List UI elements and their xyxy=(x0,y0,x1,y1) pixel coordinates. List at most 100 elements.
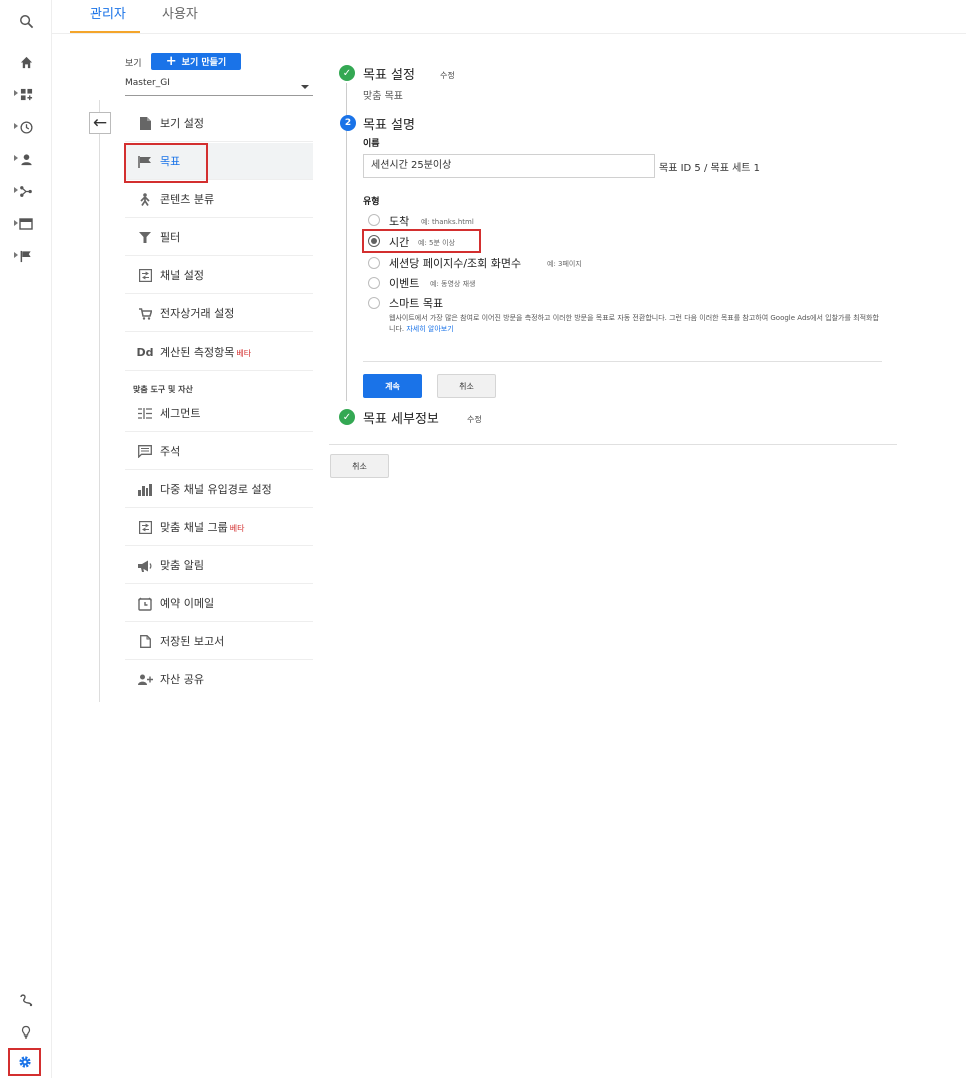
channel-group-icon xyxy=(135,509,155,546)
person-add-icon xyxy=(135,661,155,698)
type-destination-label: 도착 xyxy=(389,215,410,228)
active-tab-indicator xyxy=(70,31,140,33)
home-icon[interactable] xyxy=(8,47,44,77)
check-circle-icon: ✓ xyxy=(339,409,355,425)
arrow-left-icon: ← xyxy=(92,113,108,133)
menu-item-channel-settings[interactable]: 채널 설정 xyxy=(125,257,313,294)
goal-id-text: 목표 ID 5 / 목표 세트 1 xyxy=(659,163,761,174)
comment-icon xyxy=(135,433,155,470)
menu-item-view-settings[interactable]: 보기 설정 xyxy=(125,105,313,142)
menu-item-calculated-metrics[interactable]: Dd 계산된 측정항목 베타 xyxy=(125,334,313,371)
type-pages-per-session-label: 세션당 페이지수/조회 화면수 xyxy=(389,257,522,270)
smart-goal-description-text: 웹사이트에서 가장 많은 참여로 이어진 방문을 측정하고 이러한 방문을 목표… xyxy=(389,314,879,333)
channel-icon xyxy=(135,257,155,294)
menu-item-saved-reports[interactable]: 저장된 보고서 xyxy=(125,623,313,660)
behavior-icon[interactable] xyxy=(8,209,44,239)
type-destination-example: 예: thanks.html xyxy=(421,218,474,226)
dashboard-icon[interactable] xyxy=(8,79,44,109)
type-event-label: 이벤트 xyxy=(389,277,420,290)
document-icon xyxy=(135,105,155,142)
menu-item-scheduled-emails[interactable]: 예약 이메일 xyxy=(125,585,313,622)
type-duration-label: 시간 xyxy=(389,236,410,249)
cart-icon xyxy=(135,295,155,332)
custom-tools-section-title: 맞춤 도구 및 자산 xyxy=(133,385,193,394)
view-label: 보기 xyxy=(125,59,142,69)
type-pages-per-session-example: 예: 3페이지 xyxy=(547,260,582,268)
plus-icon: + xyxy=(165,54,177,69)
expand-caret-icon xyxy=(14,252,18,258)
discover-icon[interactable] xyxy=(8,985,44,1015)
goal-name-input[interactable]: 세션시간 25분이상 xyxy=(363,154,655,178)
create-view-button[interactable]: + 보기 만들기 xyxy=(151,53,241,70)
radio-event[interactable] xyxy=(368,277,380,289)
top-tab-bar: 관리자 사용자 xyxy=(52,0,966,34)
expand-caret-icon xyxy=(14,90,18,96)
alarm-icon xyxy=(135,585,155,622)
menu-item-custom-alerts[interactable]: 맞춤 알림 xyxy=(125,547,313,584)
type-smart-goal-label: 스마트 목표 xyxy=(389,297,444,310)
lightbulb-icon[interactable] xyxy=(8,1017,44,1047)
clock-icon[interactable] xyxy=(8,112,44,142)
person-walking-icon xyxy=(135,181,155,218)
beta-badge: 베타 xyxy=(236,349,252,358)
radio-pages-per-session[interactable] xyxy=(368,257,380,269)
radio-duration[interactable] xyxy=(368,235,380,247)
goal-setup-value: 맞춤 목표 xyxy=(363,91,403,102)
step-number-badge: 2 xyxy=(340,115,356,131)
menu-item-custom-channel-grouping[interactable]: 맞춤 채널 그룹 베타 xyxy=(125,509,313,546)
step-goal-details-title: 목표 세부정보 xyxy=(363,412,439,427)
goal-details-edit-link[interactable]: 수정 xyxy=(467,414,482,425)
smart-goal-description: 웹사이트에서 가장 많은 참여로 이어진 방문을 측정하고 이러한 방문을 목표… xyxy=(389,313,884,335)
goal-setup-edit-link[interactable]: 수정 xyxy=(440,70,455,81)
view-select-value: Master_GI xyxy=(125,78,170,88)
person-icon[interactable] xyxy=(8,144,44,174)
menu-item-annotations[interactable]: 주석 xyxy=(125,433,313,470)
type-event-example: 예: 동영상 재생 xyxy=(430,280,476,288)
view-select-dropdown[interactable]: Master_GI xyxy=(125,78,313,96)
menu-item-content-grouping[interactable]: 콘텐츠 분류 xyxy=(125,181,313,218)
divider xyxy=(363,361,882,362)
menu-item-segments[interactable]: 세그먼트 xyxy=(125,395,313,432)
check-circle-icon: ✓ xyxy=(339,65,355,81)
cancel-step-button[interactable]: 취소 xyxy=(437,374,496,398)
back-button[interactable]: ← xyxy=(89,112,111,134)
column-divider xyxy=(99,100,100,702)
expand-caret-icon xyxy=(14,155,18,161)
saved-report-icon xyxy=(135,623,155,660)
beta-badge: 베타 xyxy=(229,524,245,533)
filter-icon xyxy=(135,219,155,256)
bar-chart-icon xyxy=(135,471,155,508)
continue-button[interactable]: 계속 xyxy=(363,374,422,398)
dropdown-arrow-icon xyxy=(301,85,309,89)
menu-item-share-assets[interactable]: 자산 공유 xyxy=(125,661,313,698)
menu-item-ecommerce-settings[interactable]: 전자상거래 설정 xyxy=(125,295,313,332)
goals-highlight-box xyxy=(124,143,208,183)
cancel-goal-button[interactable]: 취소 xyxy=(330,454,389,478)
flag-icon[interactable] xyxy=(8,241,44,271)
type-field-label: 유형 xyxy=(363,197,380,207)
megaphone-icon xyxy=(135,547,155,584)
expand-caret-icon xyxy=(14,123,18,129)
divider xyxy=(329,444,897,445)
menu-item-label: 계산된 측정항목 xyxy=(160,346,235,359)
search-icon[interactable] xyxy=(8,6,44,36)
admin-settings-button[interactable] xyxy=(8,1048,41,1076)
expand-caret-icon xyxy=(14,187,18,193)
radio-destination[interactable] xyxy=(368,214,380,226)
acquisition-icon[interactable] xyxy=(8,176,44,206)
gear-icon xyxy=(18,1056,31,1068)
expand-caret-icon xyxy=(14,220,18,226)
dd-icon: Dd xyxy=(136,346,154,359)
menu-item-filters[interactable]: 필터 xyxy=(125,219,313,256)
menu-item-mcf-settings[interactable]: 다중 채널 유입경로 설정 xyxy=(125,471,313,508)
create-view-label: 보기 만들기 xyxy=(181,58,227,68)
name-field-label: 이름 xyxy=(363,139,380,149)
left-nav-rail xyxy=(0,0,52,1078)
menu-item-label: 맞춤 채널 그룹 xyxy=(160,521,228,534)
step-goal-setup-title: 목표 설정 xyxy=(363,68,415,83)
step-goal-description-title: 목표 설명 xyxy=(363,118,415,133)
tab-user[interactable]: 사용자 xyxy=(162,0,198,34)
learn-more-link[interactable]: 자세히 알아보기 xyxy=(406,325,453,333)
tab-admin[interactable]: 관리자 xyxy=(90,0,126,34)
radio-smart-goal[interactable] xyxy=(368,297,380,309)
